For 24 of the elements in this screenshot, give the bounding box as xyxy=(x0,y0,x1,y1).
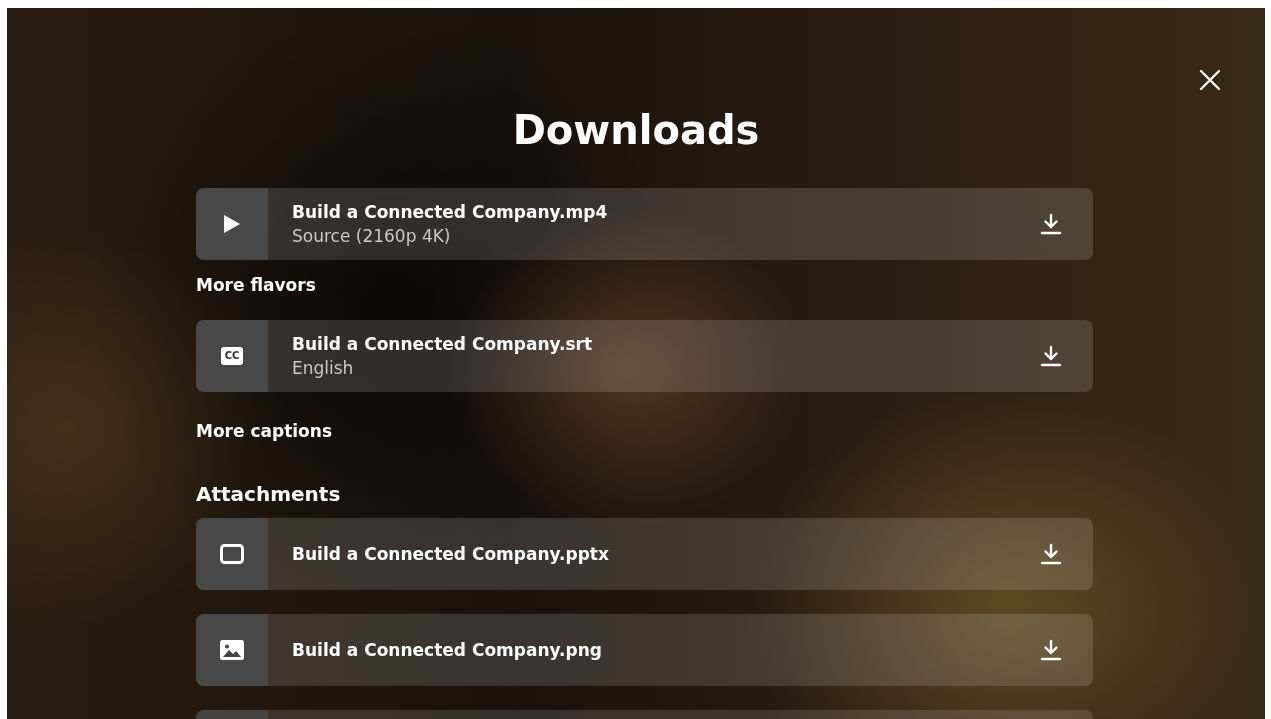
file-name: Build a Connected Company.pptx xyxy=(292,544,610,564)
section-heading: Attachments xyxy=(196,482,342,506)
play-icon xyxy=(223,214,241,234)
close-icon xyxy=(1199,69,1221,91)
file-name: Build a Connected Company.png xyxy=(292,640,603,660)
more-link[interactable]: More flavors xyxy=(196,274,316,296)
image-icon xyxy=(220,640,244,660)
download-icon xyxy=(1039,542,1063,566)
closed-captions-icon: CC xyxy=(220,347,244,365)
slides-icon xyxy=(220,544,244,564)
file-detail: English xyxy=(292,358,355,378)
more-link[interactable]: More captions xyxy=(196,420,332,442)
download-icon xyxy=(1039,344,1063,368)
file-name: Build a Connected Company.mp4 xyxy=(292,202,609,222)
download-icon xyxy=(1039,212,1063,236)
close-button[interactable] xyxy=(1198,68,1222,92)
download-icon xyxy=(1039,638,1063,662)
download-button[interactable] xyxy=(1039,212,1063,236)
download-button[interactable] xyxy=(1039,638,1063,662)
file-detail: Source (2160p 4K) xyxy=(292,226,452,246)
download-button[interactable] xyxy=(1039,344,1063,368)
dialog-title: Downloads xyxy=(511,106,761,155)
download-button[interactable] xyxy=(1039,542,1063,566)
file-name: Build a Connected Company.srt xyxy=(292,334,594,354)
